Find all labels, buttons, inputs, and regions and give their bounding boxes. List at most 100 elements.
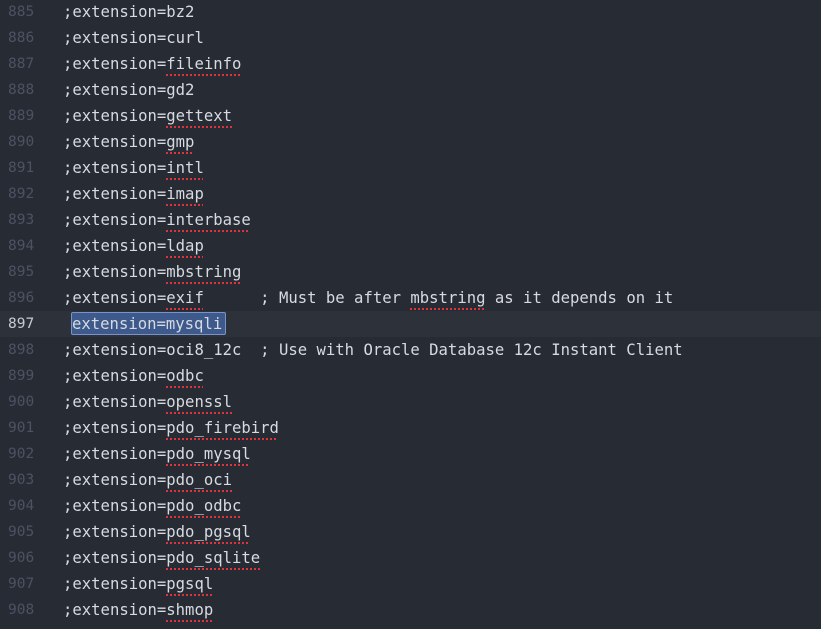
code-text[interactable]: ;extension=mbstring	[63, 259, 241, 285]
current-code-line[interactable]: 897 extension=mysqli	[0, 311, 821, 337]
directive-prefix: ;extension=	[63, 107, 167, 125]
code-text[interactable]: ;extension=odbc	[63, 363, 204, 389]
code-line[interactable]: 892 ;extension=imap	[0, 181, 821, 207]
code-line[interactable]: 895 ;extension=mbstring	[0, 259, 821, 285]
extension-name: interbase	[166, 211, 251, 229]
line-number: 899	[8, 368, 35, 384]
line-number: 907	[8, 576, 35, 592]
code-text[interactable]: ;extension=bz2	[63, 0, 194, 25]
line-number: 895	[8, 264, 35, 280]
directive-prefix: ;extension=	[63, 601, 167, 619]
code-text[interactable]: ;extension=openssl	[63, 389, 232, 415]
line-number: 886	[8, 30, 35, 46]
extension-name: odbc	[166, 367, 204, 385]
line-number: 896	[8, 290, 35, 306]
directive-prefix: ;extension=	[63, 341, 167, 359]
extension-name: pdo_pgsql	[166, 523, 251, 541]
line-number: 893	[8, 212, 35, 228]
code-line[interactable]: 885 ;extension=bz2	[0, 0, 821, 25]
line-number: 908	[8, 602, 35, 618]
code-text[interactable]: ;extension=pdo_mysql	[63, 441, 251, 467]
extension-name: pdo_mysql	[166, 445, 251, 463]
code-line[interactable]: 887 ;extension=fileinfo	[0, 51, 821, 77]
directive-prefix: ;extension=	[63, 55, 167, 73]
code-line[interactable]: 893 ;extension=interbase	[0, 207, 821, 233]
code-line[interactable]: 902 ;extension=pdo_mysql	[0, 441, 821, 467]
code-line[interactable]: 903 ;extension=pdo_oci	[0, 467, 821, 493]
inline-comment: ; Must be after mbstring as it depends o…	[203, 289, 674, 307]
code-text[interactable]: ;extension=curl	[63, 25, 204, 51]
extension-name: gd2	[166, 81, 195, 99]
line-number: 900	[8, 394, 35, 410]
code-line[interactable]: 894 ;extension=ldap	[0, 233, 821, 259]
code-line[interactable]: 908 ;extension=shmop	[0, 597, 821, 623]
directive-prefix: extension=	[72, 315, 166, 333]
code-line[interactable]: 905 ;extension=pdo_pgsql	[0, 519, 821, 545]
code-line[interactable]: 888 ;extension=gd2	[0, 77, 821, 103]
extension-name: mysqli	[165, 315, 223, 333]
extension-name: bz2	[166, 3, 195, 21]
code-line[interactable]: 891 ;extension=intl	[0, 155, 821, 181]
code-text[interactable]: extension=mysqli	[72, 311, 222, 337]
code-editor[interactable]: 885 ;extension=bz2 886 ;extension=curl 887 ;e…	[0, 0, 821, 629]
line-number: 894	[8, 238, 35, 254]
directive-prefix: ;extension=	[63, 185, 167, 203]
line-number: 891	[8, 160, 35, 176]
code-line[interactable]: 886 ;extension=curl	[0, 25, 821, 51]
line-number: 892	[8, 186, 35, 202]
code-line[interactable]: 906 ;extension=pdo_sqlite	[0, 545, 821, 571]
directive-prefix: ;extension=	[63, 3, 167, 21]
directive-prefix: ;extension=	[63, 549, 167, 567]
directive-prefix: ;extension=	[63, 419, 167, 437]
code-text[interactable]: ;extension=fileinfo	[63, 51, 241, 77]
line-number: 905	[8, 524, 35, 540]
code-text[interactable]: ;extension=gettext	[63, 103, 232, 129]
code-line[interactable]: 900 ;extension=openssl	[0, 389, 821, 415]
extension-name: fileinfo	[166, 55, 242, 73]
extension-name: imap	[166, 185, 204, 203]
extension-name: pdo_firebird	[166, 419, 279, 437]
code-text[interactable]: ;extension=pgsql	[63, 571, 213, 597]
code-text[interactable]: ;extension=ldap	[63, 233, 204, 259]
directive-prefix: ;extension=	[63, 575, 167, 593]
code-text[interactable]: ;extension=oci8_12c ; Use with Oracle Da…	[63, 337, 683, 363]
extension-name: pdo_oci	[166, 471, 232, 489]
directive-prefix: ;extension=	[63, 159, 167, 177]
code-line[interactable]: 890 ;extension=gmp	[0, 129, 821, 155]
code-text[interactable]: ;extension=gmp	[63, 129, 194, 155]
directive-prefix: ;extension=	[63, 367, 167, 385]
code-text[interactable]: ;extension=interbase	[63, 207, 251, 233]
code-line[interactable]: 907 ;extension=pgsql	[0, 571, 821, 597]
extension-name: openssl	[166, 393, 232, 411]
code-text[interactable]: ;extension=pdo_sqlite	[63, 545, 260, 571]
code-text[interactable]: ;extension=imap	[63, 181, 204, 207]
code-text[interactable]: ;extension=exif ; Must be after mbstring…	[63, 285, 673, 311]
extension-name: gmp	[166, 133, 195, 151]
extension-name: pdo_odbc	[166, 497, 242, 515]
code-text[interactable]: ;extension=intl	[63, 155, 204, 181]
extension-name: shmop	[166, 601, 214, 619]
code-text[interactable]: ;extension=pdo_oci	[63, 467, 232, 493]
extension-name: oci8_12c	[166, 341, 242, 359]
code-line[interactable]: 904 ;extension=pdo_odbc	[0, 493, 821, 519]
directive-prefix: ;extension=	[63, 237, 167, 255]
code-line[interactable]: 901 ;extension=pdo_firebird	[0, 415, 821, 441]
code-line[interactable]: 896 ;extension=exif ; Must be after mbstr…	[0, 285, 821, 311]
extension-name: ldap	[166, 237, 204, 255]
line-number: 889	[8, 108, 35, 124]
code-text[interactable]: ;extension=pdo_odbc	[63, 493, 241, 519]
extension-name: pdo_sqlite	[166, 549, 261, 567]
line-number: 906	[8, 550, 35, 566]
code-line[interactable]: 898 ;extension=oci8_12c ; Use with Oracle…	[0, 337, 821, 363]
extension-name: pgsql	[166, 575, 214, 593]
line-number: 885	[8, 4, 35, 20]
code-text[interactable]: ;extension=pdo_pgsql	[63, 519, 251, 545]
code-text[interactable]: ;extension=pdo_firebird	[63, 415, 279, 441]
code-text[interactable]: ;extension=shmop	[63, 597, 213, 623]
code-text[interactable]: ;extension=gd2	[63, 77, 194, 103]
directive-prefix: ;extension=	[63, 471, 167, 489]
directive-prefix: ;extension=	[63, 211, 167, 229]
code-line[interactable]: 899 ;extension=odbc	[0, 363, 821, 389]
code-line[interactable]: 889 ;extension=gettext	[0, 103, 821, 129]
directive-prefix: ;extension=	[63, 445, 167, 463]
